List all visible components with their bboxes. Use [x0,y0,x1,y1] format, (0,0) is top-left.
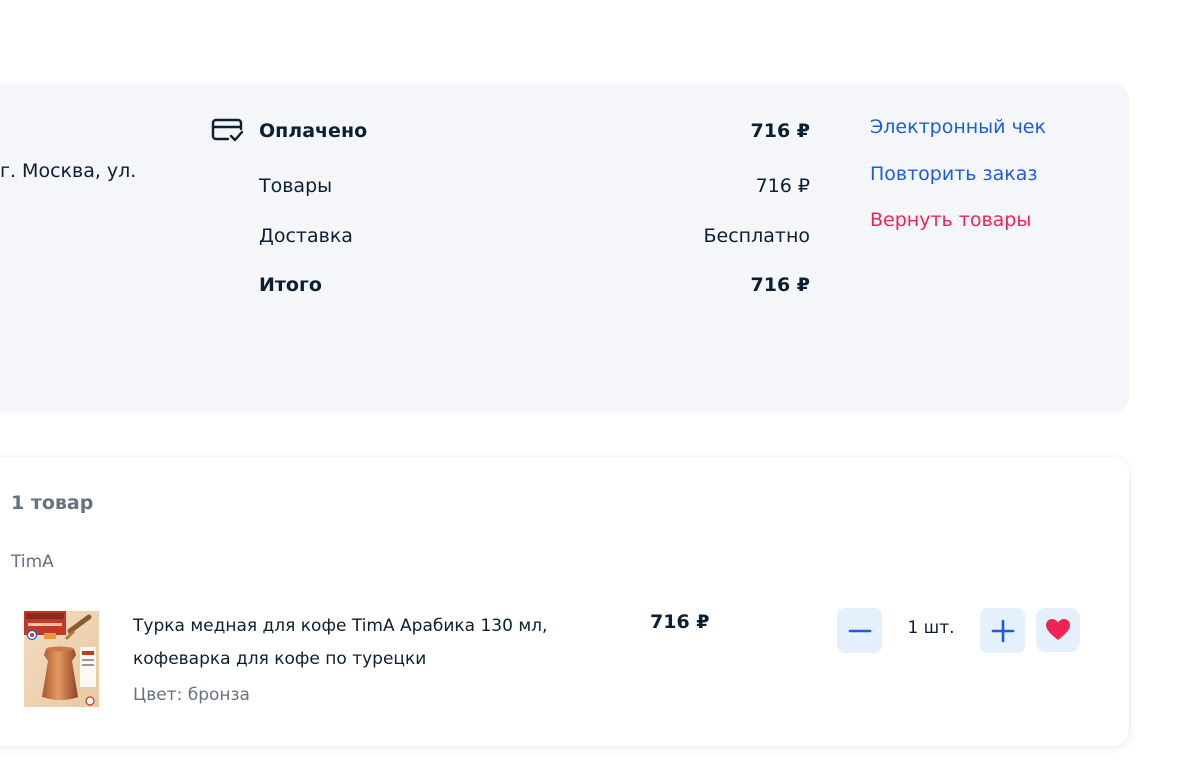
electronic-receipt-link[interactable]: Электронный чек [870,116,1046,138]
payment-status-row: Оплачено 716 ₽ [259,120,810,142]
payment-row-goods: Товары 716 ₽ [259,175,810,197]
decrease-quantity-button[interactable] [837,608,882,653]
heart-icon [1046,619,1070,640]
increase-quantity-button[interactable] [980,608,1025,653]
payment-row-value: 716 ₽ [750,274,811,296]
product-price: 716 ₽ [650,611,710,633]
plus-icon [991,619,1014,642]
payment-status-label: Оплачено [259,120,368,142]
product-image[interactable] [24,611,99,707]
payment-row-label: Итого [259,274,322,296]
product-name[interactable]: Турка медная для кофе TimA Арабика 130 м… [133,610,583,676]
payment-row-total: Итого 716 ₽ [259,274,810,296]
quantity-value: 1 шт. [907,618,955,638]
return-items-link[interactable]: Вернуть товары [870,209,1031,231]
repeat-order-link[interactable]: Повторить заказ [870,163,1037,185]
payment-row-delivery: Доставка Бесплатно [259,225,810,247]
card-check-icon [211,118,244,142]
add-to-favorites-button[interactable] [1036,608,1080,652]
payment-status-amount: 716 ₽ [750,120,811,142]
payment-row-label: Доставка [259,225,353,247]
payment-row-value: 716 ₽ [755,175,810,197]
items-count: 1 товар [11,492,94,514]
minus-icon [848,629,871,632]
product-color: Цвет: бронза [133,685,250,705]
payment-row-value: Бесплатно [703,225,811,247]
seller-name[interactable]: TimA [11,552,54,572]
payment-row-label: Товары [259,175,333,197]
delivery-address: г. Москва, ул. [0,160,137,182]
order-details-page: г. Москва, ул. Оплачено 716 ₽ Товары 716… [0,0,1200,780]
